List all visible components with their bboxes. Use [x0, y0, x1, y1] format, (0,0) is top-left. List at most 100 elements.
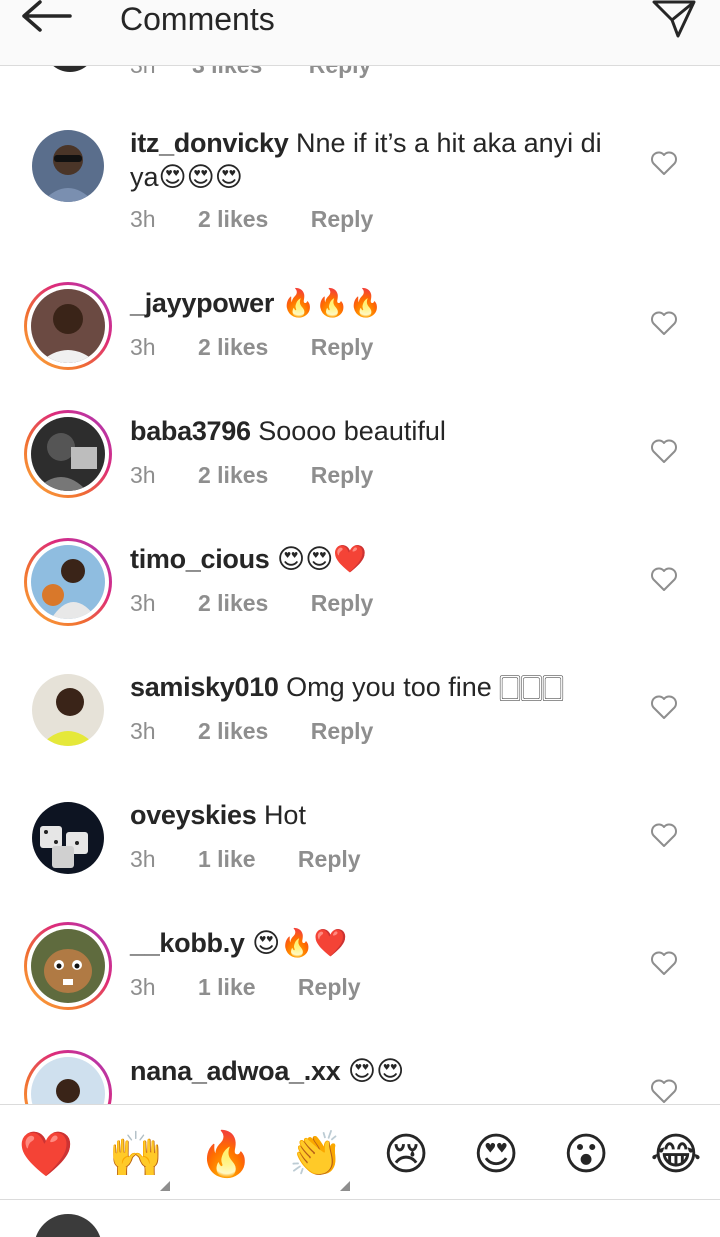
- comment-time: 3h: [130, 718, 156, 744]
- red-heart-reaction-button[interactable]: ❤️: [18, 1127, 74, 1183]
- back-button[interactable]: [20, 0, 76, 40]
- comment-meta: 3h 2 likes Reply: [130, 716, 373, 746]
- comment-text: timo_cious 😍😍❤️: [130, 542, 630, 576]
- comment-text: nana_adwoa_.xx 😍😍: [130, 1054, 630, 1088]
- comment-username[interactable]: itz_donvicky: [130, 128, 289, 158]
- reply-button[interactable]: Reply: [311, 332, 374, 362]
- avatar[interactable]: [24, 666, 112, 754]
- comment-item: oveyskies Hot 3h 1 like Reply: [0, 794, 720, 922]
- reply-button[interactable]: Reply: [311, 588, 374, 618]
- comment-list[interactable]: 3h 3 likes Reply itz_donvicky Nne if it’…: [0, 0, 720, 1104]
- comment-likes[interactable]: 2 likes: [198, 204, 268, 234]
- avatar[interactable]: [24, 794, 112, 882]
- like-heart-icon[interactable]: [650, 822, 678, 848]
- comment-likes[interactable]: 1 like: [198, 972, 256, 1002]
- send-paper-plane-icon: [652, 0, 696, 38]
- current-user-avatar: [34, 1214, 102, 1237]
- comment-body: Hot: [263, 800, 306, 830]
- user-photo: [31, 1057, 105, 1104]
- comment-username[interactable]: oveyskies: [130, 800, 257, 830]
- comment-body: 😍🔥❤️: [252, 928, 348, 958]
- tears-of-joy-reaction-button[interactable]: 😂: [648, 1127, 704, 1183]
- page-title: Comments: [120, 1, 275, 37]
- avatar-story-ring[interactable]: [24, 282, 112, 370]
- comment-item: samisky010 Omg you too fine 🀆🀆🀆 3h 2 lik…: [0, 666, 720, 794]
- comment-username[interactable]: baba3796: [130, 416, 251, 446]
- avatar-story-ring[interactable]: [24, 410, 112, 498]
- comment-item: itz_donvicky Nne if it’s a hit aka anyi …: [0, 110, 720, 238]
- comment-username[interactable]: samisky010: [130, 672, 279, 702]
- comment-text: __kobb.y 😍🔥❤️: [130, 926, 630, 960]
- comment-body: Soooo beautiful: [258, 416, 446, 446]
- comment-time: 3h: [130, 206, 156, 232]
- avatar[interactable]: [24, 122, 112, 210]
- like-heart-icon[interactable]: [650, 950, 678, 976]
- comment-likes[interactable]: 2 likes: [198, 716, 268, 746]
- arrow-left-icon: [22, 0, 72, 32]
- comment-text: _jayypower 🔥🔥🔥: [130, 286, 630, 320]
- comment-likes[interactable]: 2 likes: [198, 332, 268, 362]
- comment-text: itz_donvicky Nne if it’s a hit aka anyi …: [130, 126, 630, 194]
- like-heart-icon[interactable]: [650, 694, 678, 720]
- comment-meta: 3h 1 like Reply: [130, 844, 361, 874]
- avatar-story-ring[interactable]: [24, 1050, 112, 1104]
- comment-meta: 3h 2 likes Reply: [130, 588, 373, 618]
- reply-button[interactable]: Reply: [311, 716, 374, 746]
- comment-body: 🔥🔥🔥: [281, 288, 383, 318]
- heart-eyes-reaction-button[interactable]: 😍: [468, 1127, 524, 1183]
- crying-face-reaction-button[interactable]: 😢: [378, 1127, 434, 1183]
- raising-hands-reaction-button[interactable]: 🙌: [108, 1127, 164, 1183]
- avatar-story-ring[interactable]: [24, 538, 112, 626]
- comment-username[interactable]: timo_cious: [130, 544, 270, 574]
- skin-tone-indicator-icon: [340, 1181, 350, 1191]
- comment-body: 😍😍❤️: [277, 544, 367, 574]
- comment-time: 3h: [130, 974, 156, 1000]
- comment-item: timo_cious 😍😍❤️ 3h 2 likes Reply: [0, 538, 720, 666]
- skin-tone-indicator-icon: [160, 1181, 170, 1191]
- comment-item: _jayypower 🔥🔥🔥 3h 2 likes Reply: [0, 282, 720, 410]
- like-heart-icon[interactable]: [650, 1078, 678, 1104]
- share-button[interactable]: [652, 0, 696, 40]
- user-photo: [31, 417, 105, 491]
- avatar-story-ring[interactable]: [24, 922, 112, 1010]
- comment-username[interactable]: __kobb.y: [130, 928, 245, 958]
- comment-likes[interactable]: 2 likes: [198, 588, 268, 618]
- reply-button[interactable]: Reply: [311, 204, 374, 234]
- comment-time: 3h: [130, 334, 156, 360]
- comment-composer: [0, 1200, 720, 1237]
- like-heart-icon[interactable]: [650, 566, 678, 592]
- top-app-bar: Comments: [0, 0, 720, 66]
- user-photo: [31, 545, 105, 619]
- user-photo: [32, 674, 104, 746]
- open-mouth-reaction-button[interactable]: 😮: [558, 1127, 614, 1183]
- comment-time: 3h: [130, 462, 156, 488]
- comment-body: Omg you too fine 🀆🀆🀆: [286, 672, 564, 702]
- comment-meta: 3h 2 likes Reply: [130, 460, 373, 490]
- like-heart-icon[interactable]: [650, 438, 678, 464]
- comment-time: 3h: [130, 590, 156, 616]
- comment-likes[interactable]: 2 likes: [198, 460, 268, 490]
- comment-meta: 3h 1 like Reply: [130, 972, 361, 1002]
- clapping-hands-reaction-button[interactable]: 👏: [288, 1127, 344, 1183]
- comment-meta: 3h 2 likes Reply: [130, 332, 373, 362]
- reply-button[interactable]: Reply: [298, 844, 361, 874]
- comment-item: __kobb.y 😍🔥❤️ 3h 1 like Reply: [0, 922, 720, 1050]
- comment-text: samisky010 Omg you too fine 🀆🀆🀆: [130, 670, 630, 704]
- like-heart-icon[interactable]: [650, 150, 678, 176]
- like-heart-icon[interactable]: [650, 310, 678, 336]
- comment-username[interactable]: nana_adwoa_.xx: [130, 1056, 341, 1086]
- user-photo: [32, 130, 104, 202]
- comment-item: nana_adwoa_.xx 😍😍: [0, 1050, 720, 1104]
- comment-item: baba3796 Soooo beautiful 3h 2 likes Repl…: [0, 410, 720, 538]
- comment-body: 😍😍: [347, 1056, 405, 1086]
- user-photo: [32, 802, 104, 874]
- reply-button[interactable]: Reply: [298, 972, 361, 1002]
- comment-meta: 3h 2 likes Reply: [130, 204, 373, 234]
- reply-button[interactable]: Reply: [311, 460, 374, 490]
- comment-username[interactable]: _jayypower: [130, 288, 274, 318]
- fire-reaction-button[interactable]: 🔥: [198, 1127, 254, 1183]
- comment-time: 3h: [130, 846, 156, 872]
- quick-reaction-bar: ❤️ 🙌 🔥 👏 😢 😍 😮 😂: [0, 1104, 720, 1200]
- comment-likes[interactable]: 1 like: [198, 844, 256, 874]
- comment-text: baba3796 Soooo beautiful: [130, 414, 630, 448]
